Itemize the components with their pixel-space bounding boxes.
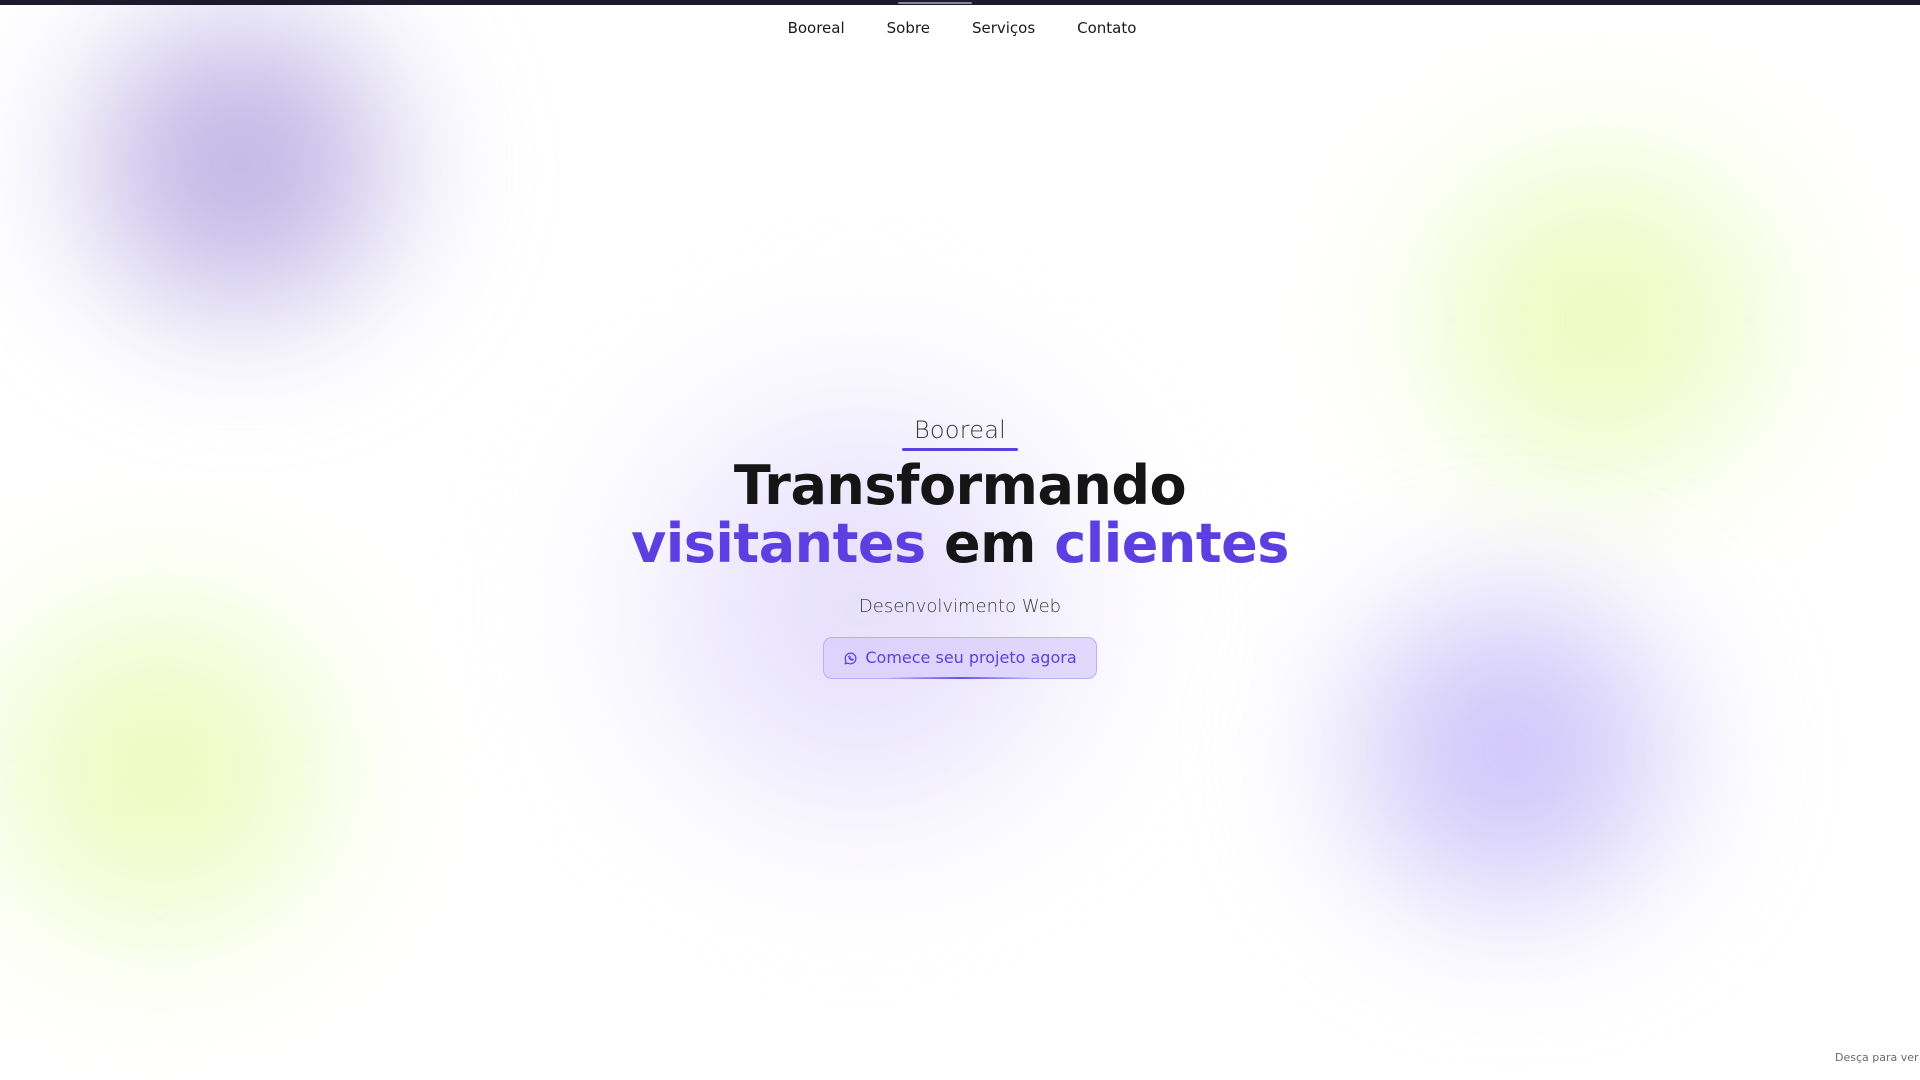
page: Booreal Sobre Serviços Contato Booreal T… [0, 0, 1920, 1080]
decorative-blob-purple-top-left [40, 0, 440, 350]
headline-word-em: em [944, 512, 1036, 575]
hero-section: Booreal Transformando visitantes em clie… [0, 415, 1920, 679]
scroll-hint: Desça para ver m [1835, 1051, 1920, 1064]
hero-headline: Transformando visitantes em clientes [0, 457, 1920, 573]
headline-word-visitantes: visitantes [631, 512, 926, 575]
nav-link-servicos[interactable]: Serviços [972, 16, 1035, 40]
cta-underline [884, 677, 1035, 679]
headline-word-clientes: clientes [1054, 512, 1289, 575]
start-project-button[interactable]: Comece seu projeto agora [823, 637, 1097, 679]
whatsapp-icon [844, 652, 857, 664]
brand-text: Booreal [914, 416, 1006, 444]
brand-underline [902, 448, 1018, 451]
headline-line-1: Transformando [733, 454, 1187, 517]
nav-link-booreal[interactable]: Booreal [788, 16, 845, 40]
scroll-progress-indicator [898, 2, 972, 4]
main-nav: Booreal Sobre Serviços Contato [0, 16, 1920, 40]
start-project-button-label: Comece seu projeto agora [865, 648, 1077, 667]
nav-links: Booreal Sobre Serviços Contato [788, 16, 1137, 40]
brand-label: Booreal [902, 415, 1018, 451]
cta-wrapper: Comece seu projeto agora [0, 637, 1920, 679]
nav-link-contato[interactable]: Contato [1077, 16, 1136, 40]
hero-subtitle: Desenvolvimento Web [858, 596, 1062, 617]
nav-link-sobre[interactable]: Sobre [887, 16, 930, 40]
